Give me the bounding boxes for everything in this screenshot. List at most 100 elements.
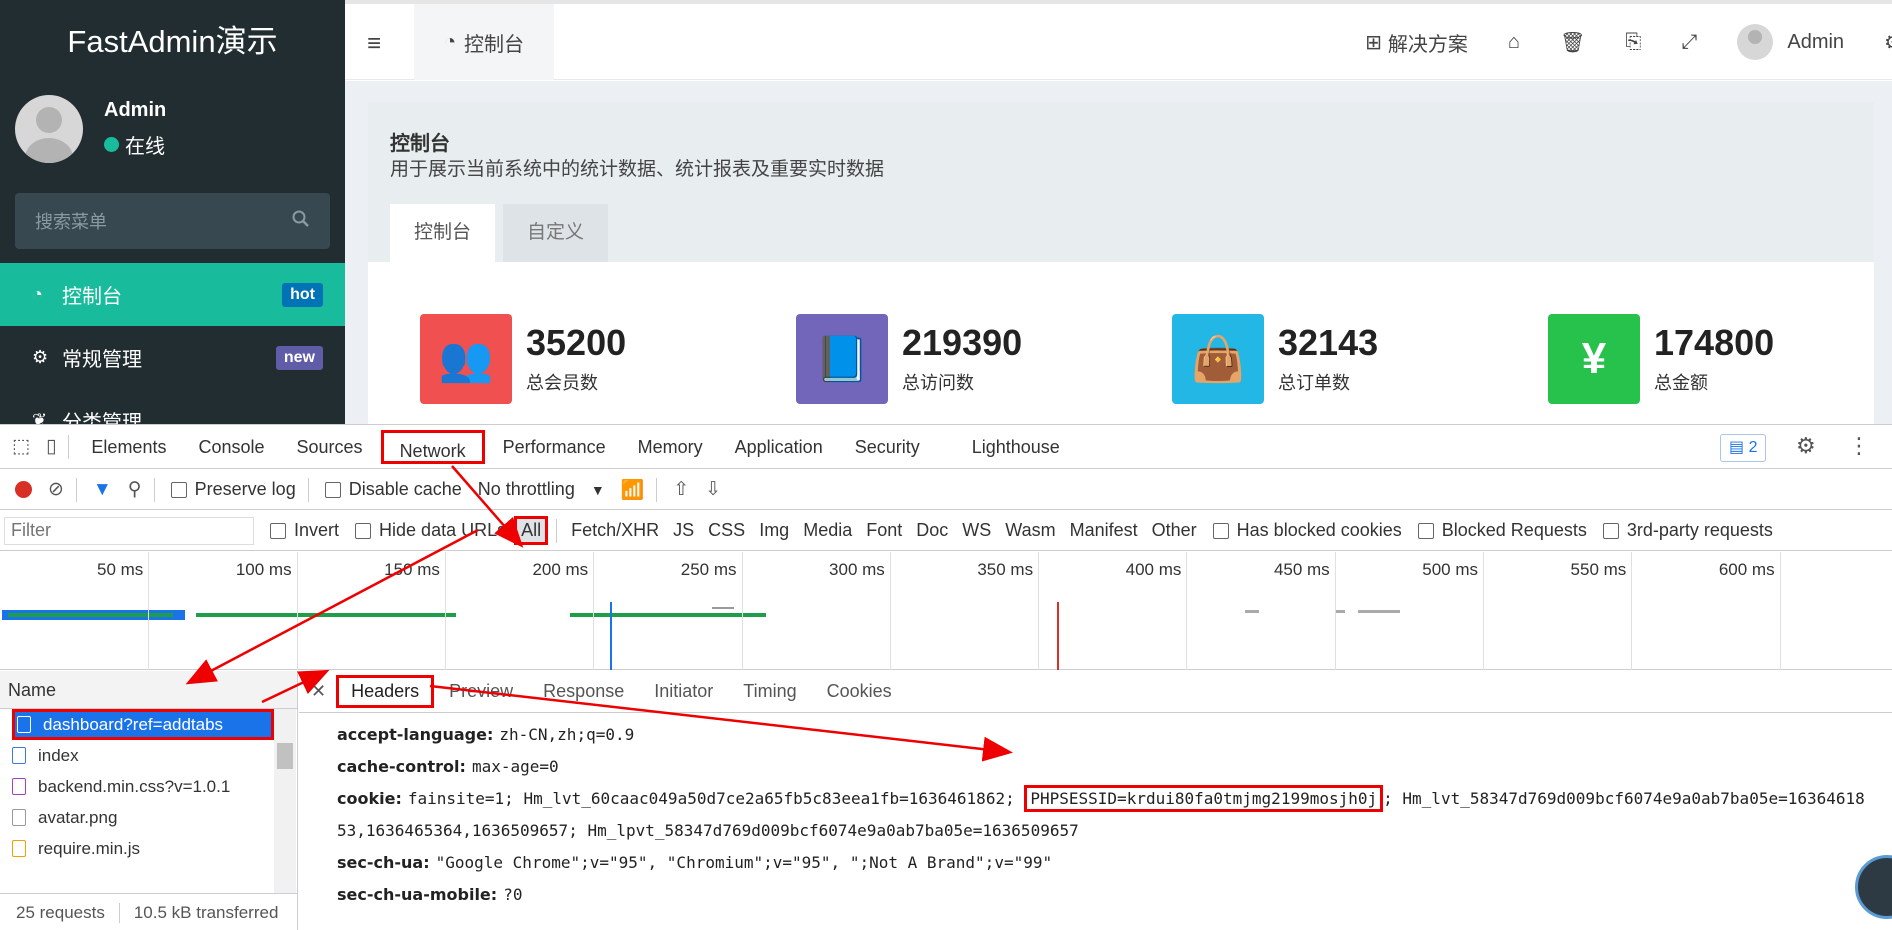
settings-gear-icon[interactable]: ⚙ [1796, 433, 1816, 459]
disable-cache-checkbox[interactable]: Disable cache [324, 479, 462, 500]
request-row[interactable]: require.min.js [0, 833, 272, 864]
filter-type-media[interactable]: Media [803, 520, 852, 541]
blocked-requests-checkbox[interactable]: Blocked Requests [1417, 520, 1587, 541]
stat-visits: 📘 219390 总访问数 [796, 314, 1022, 404]
dashboard-icon: ◔ [443, 30, 457, 53]
third-party-checkbox[interactable]: 3rd-party requests [1602, 520, 1773, 541]
timeline-tick-label: 150 ms [384, 560, 440, 579]
tab-application[interactable]: Application [719, 425, 839, 469]
user-menu[interactable]: Admin [1737, 24, 1844, 60]
document-icon [17, 716, 31, 733]
network-overview-timeline[interactable]: 50 ms 100 ms 150 ms 200 ms 250 ms 300 ms 350 m… [0, 552, 1892, 670]
filter-type-manifest[interactable]: Manifest [1070, 520, 1138, 541]
filter-type-ws[interactable]: WS [962, 520, 991, 541]
filter-icon[interactable]: ▼ [93, 479, 112, 501]
fullscreen-icon[interactable]: ⤢ [1681, 31, 1697, 54]
record-icon[interactable] [15, 481, 32, 498]
filter-type-doc[interactable]: Doc [916, 520, 948, 541]
user-status-label: 在线 [125, 136, 165, 158]
export-har-icon[interactable]: ⇩ [705, 478, 721, 501]
solutions-link[interactable]: ⊞ 解决方案 [1365, 28, 1468, 57]
tab-response[interactable]: Response [528, 681, 639, 702]
header-row: 53,1636465364,1636509657; Hm_lpvt_58347d… [299, 815, 1892, 847]
filter-type-js[interactable]: JS [673, 520, 694, 541]
sidebar-item-general[interactable]: ⚙ 常规管理 new [0, 326, 345, 389]
search-input[interactable]: 搜索菜单 [15, 193, 330, 249]
tab-elements[interactable]: Elements [75, 425, 182, 469]
request-row[interactable]: index [0, 740, 272, 771]
filter-type-img[interactable]: Img [759, 520, 789, 541]
translate-icon[interactable]: ⎘ [1625, 31, 1641, 54]
tab-console[interactable]: Console [182, 425, 280, 469]
close-icon[interactable]: ✕ [311, 681, 326, 702]
search-icon[interactable]: ⚲ [128, 478, 142, 501]
tab-custom[interactable]: 自定义 [503, 204, 609, 262]
gear-icon[interactable]: ⚙ [1884, 30, 1892, 55]
home-icon[interactable]: ⌂ [1508, 31, 1520, 54]
network-conditions-icon[interactable]: 📶 [621, 478, 645, 502]
stat-amount: ¥ 174800 总金额 [1548, 314, 1774, 404]
brand-logo[interactable]: FastAdmin演示 [0, 0, 345, 83]
document-icon [12, 747, 26, 764]
tab-headers[interactable]: Headers [336, 675, 435, 708]
request-name: require.min.js [38, 838, 141, 858]
request-row[interactable]: dashboard?ref=addtabs [12, 709, 274, 740]
tab-performance[interactable]: Performance [487, 425, 622, 469]
filter-type-all[interactable]: All [514, 516, 549, 545]
import-har-icon[interactable]: ⇧ [673, 478, 689, 501]
more-options-icon[interactable]: ⋮ [1848, 433, 1870, 459]
stat-value: 32143 [1278, 322, 1379, 363]
filter-input[interactable] [4, 516, 254, 545]
filter-type-font[interactable]: Font [866, 520, 902, 541]
header-value: ; Hm_lvt_58347d769d009bcf6074e9a0ab7ba05… [1383, 789, 1865, 808]
sidebar-item-dashboard[interactable]: ◔ 控制台 hot [0, 263, 345, 326]
request-row[interactable]: backend.min.css?v=1.0.1 [0, 771, 272, 802]
filter-type-css[interactable]: CSS [708, 520, 745, 541]
request-list-scrollbar[interactable] [274, 709, 296, 893]
filter-type-other[interactable]: Other [1152, 520, 1197, 541]
sidebar-item-category[interactable]: ❦ 分类管理 [0, 389, 345, 424]
header-value: ?0 [503, 885, 523, 904]
inspect-icon[interactable]: ⬚ [12, 435, 30, 458]
timeline-bar [1245, 610, 1259, 613]
tab-network[interactable]: Network [380, 429, 485, 464]
disable-cache-label: Disable cache [348, 479, 462, 499]
throttling-select[interactable]: No throttling [478, 479, 575, 500]
chevron-down-icon[interactable]: ▼ [591, 482, 605, 498]
filter-type-wasm[interactable]: Wasm [1005, 520, 1055, 541]
name-column-header[interactable]: Name [0, 671, 297, 709]
request-row[interactable]: avatar.png [0, 802, 272, 833]
timeline-tick: 50 ms [97, 552, 150, 670]
header-value: max-age=0 [471, 757, 559, 776]
stat-label: 总会员数 [526, 373, 598, 393]
tab-initiator[interactable]: Initiator [639, 681, 728, 702]
timeline-tick-label: 300 ms [829, 560, 885, 579]
tab-security[interactable]: Security [839, 425, 936, 469]
hide-data-urls-checkbox[interactable]: Hide data URLs [355, 520, 506, 541]
tab-memory[interactable]: Memory [622, 425, 719, 469]
blocked-cookies-checkbox[interactable]: Has blocked cookies [1212, 520, 1402, 541]
timeline-tick: 550 ms [1571, 552, 1633, 670]
devtools-tabs: ⬚ ▯ Elements Console Sources Network Per… [0, 425, 1892, 469]
clear-icon[interactable]: ⊘ [48, 478, 64, 501]
device-toggle-icon[interactable]: ▯ [46, 435, 56, 458]
timeline-bar [712, 607, 734, 609]
messages-badge[interactable]: ▤ 2 [1720, 434, 1767, 462]
tab-console[interactable]: 控制台 [390, 204, 496, 262]
tab-sources[interactable]: Sources [281, 425, 379, 469]
search-icon[interactable] [292, 210, 310, 233]
timeline-tick-label: 600 ms [1718, 560, 1775, 579]
tab-cookies[interactable]: Cookies [812, 681, 907, 702]
tab-preview[interactable]: Preview [434, 681, 528, 702]
image-icon [12, 809, 26, 826]
header-value: 53,1636465364,1636509657; Hm_lpvt_58347d… [337, 821, 1079, 840]
preserve-log-checkbox[interactable]: Preserve log [170, 479, 296, 500]
invert-checkbox[interactable]: Invert [270, 520, 339, 541]
hot-badge: hot [282, 282, 323, 307]
tab-lighthouse[interactable]: Lighthouse [956, 425, 1076, 469]
tab-dashboard[interactable]: ◔ 控制台 [414, 4, 554, 80]
menu-toggle-icon[interactable]: ≡ [367, 30, 381, 58]
filter-type-fetch[interactable]: Fetch/XHR [571, 520, 659, 541]
trash-icon[interactable]: 🗑 [1560, 30, 1585, 55]
tab-timing[interactable]: Timing [728, 681, 811, 702]
